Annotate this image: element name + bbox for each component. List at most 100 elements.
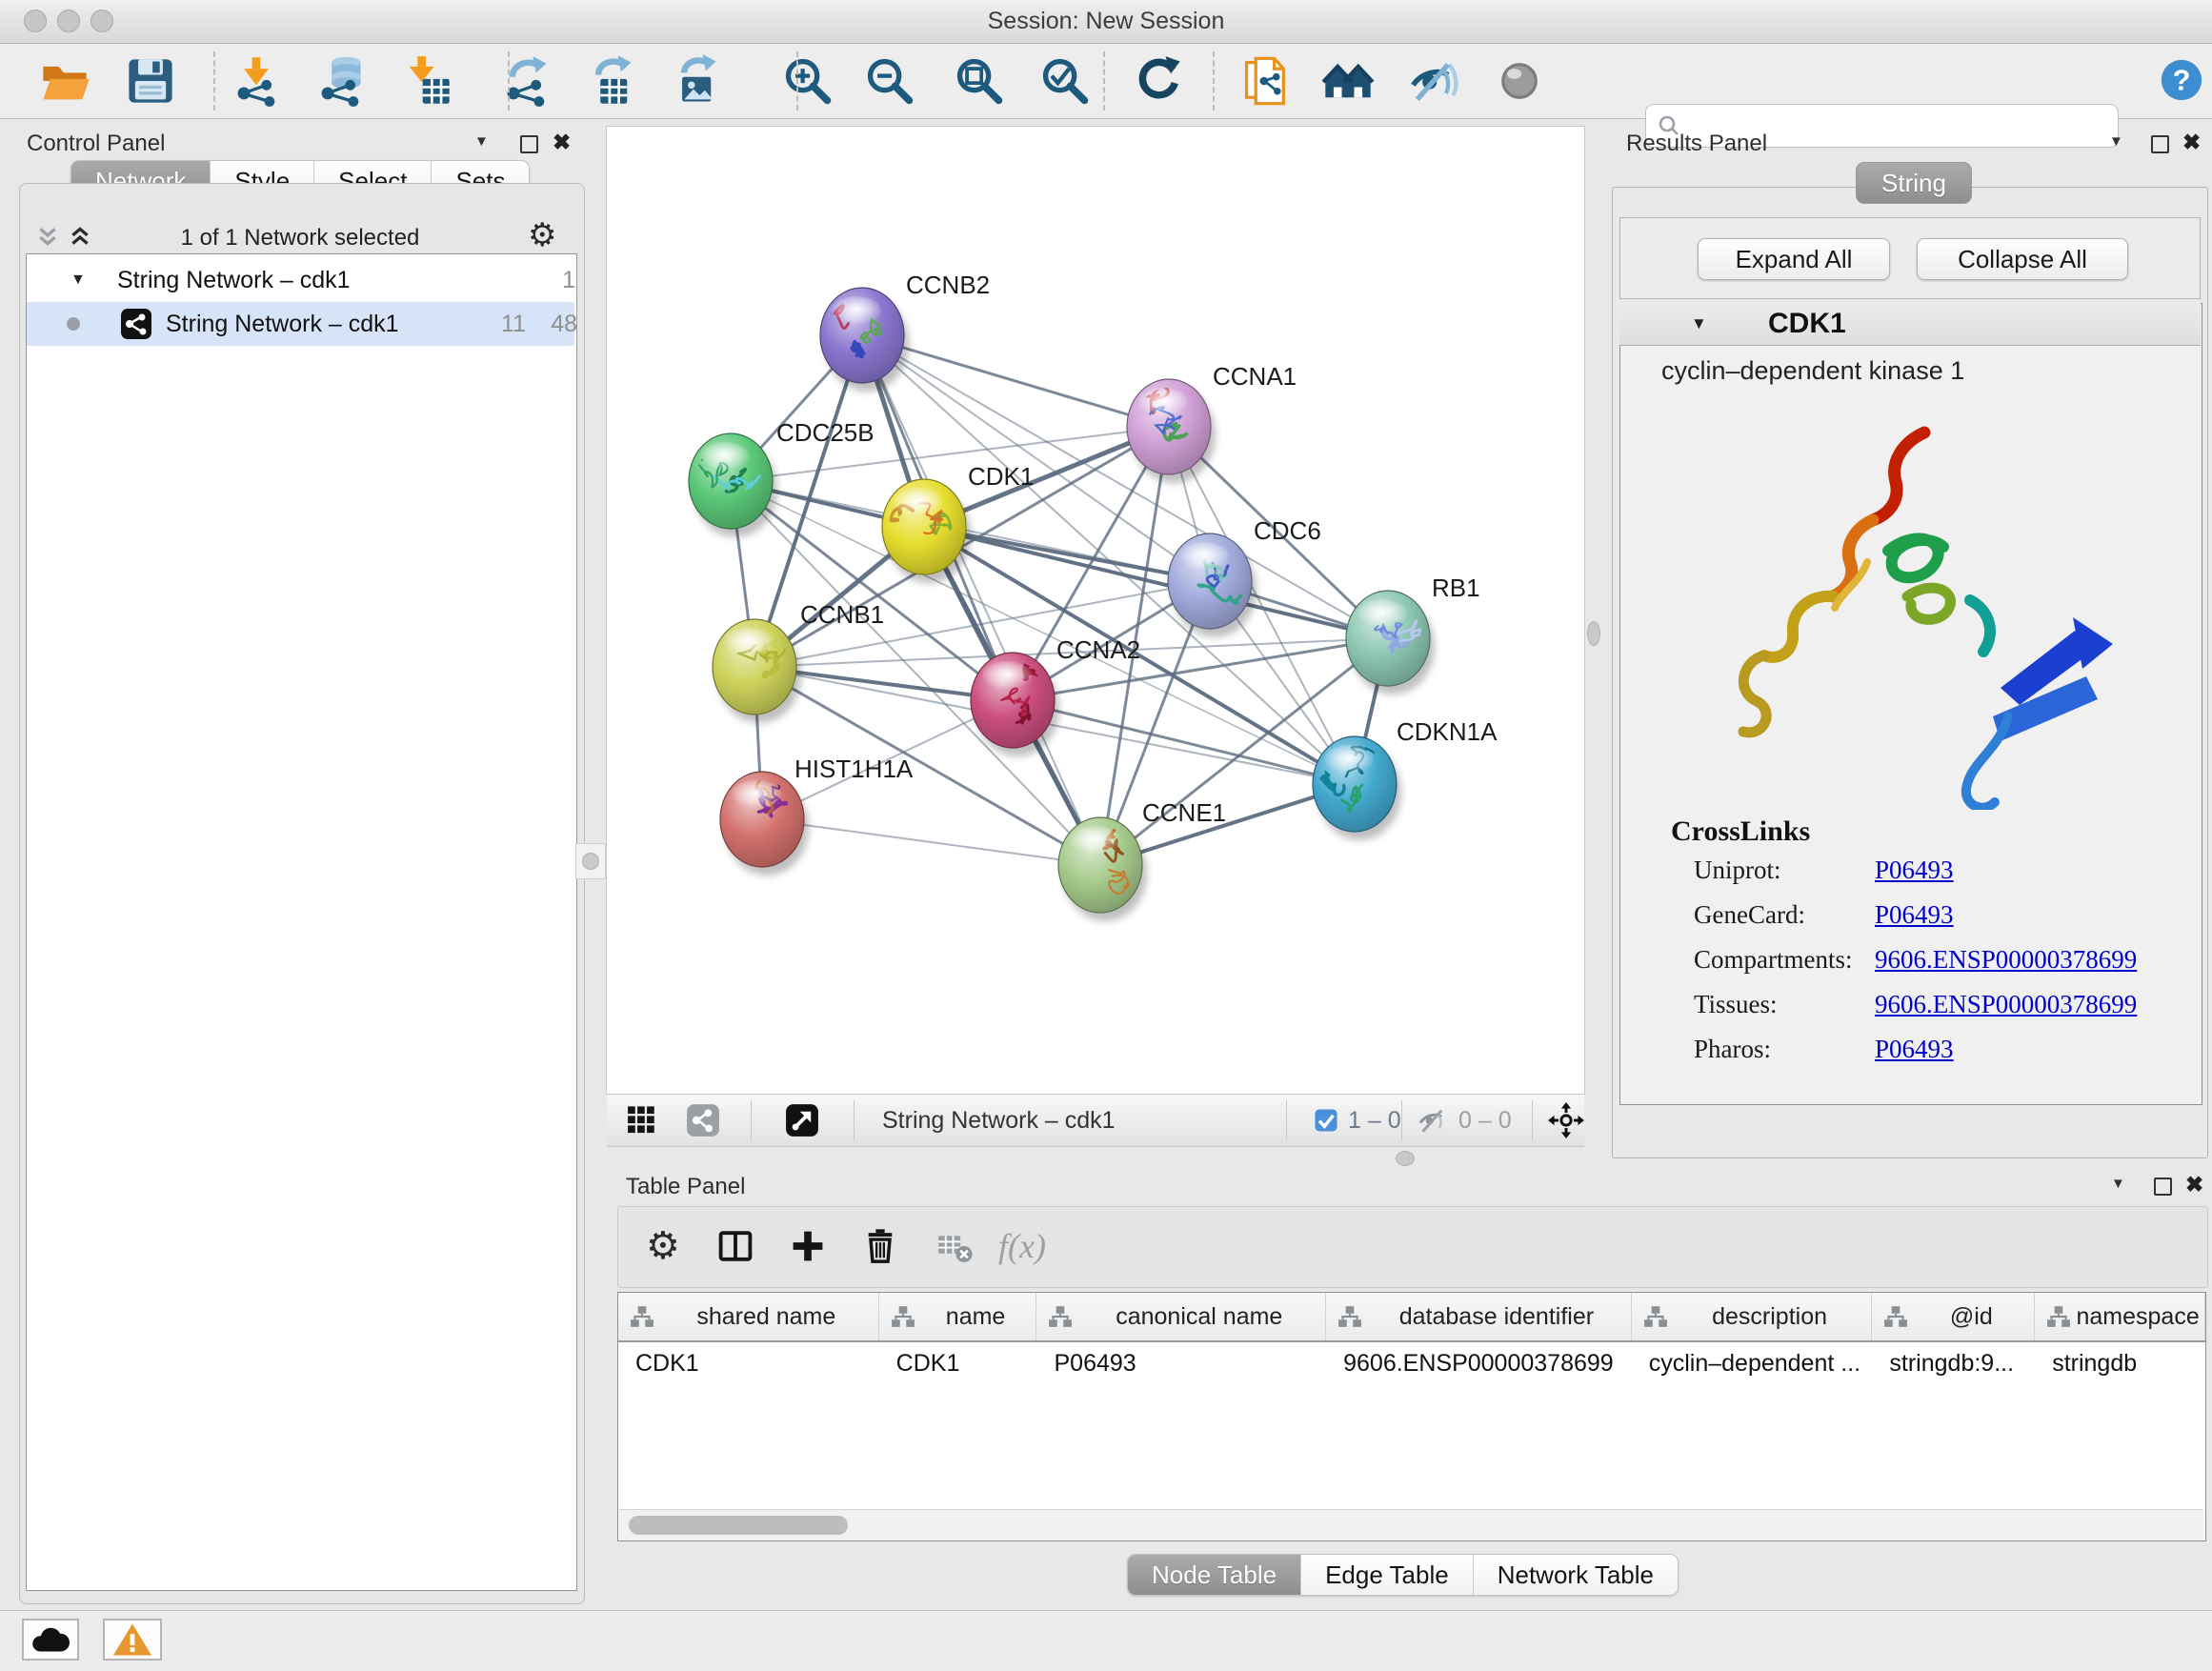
network-graph[interactable]: CCNB2CCNA1CDC25BCDK1CDC6RB1CCNB1CCNA2CDK… xyxy=(607,127,1584,1094)
zoom-selected-icon[interactable] xyxy=(1038,54,1092,108)
network-node-RB1[interactable] xyxy=(1346,591,1435,695)
expand-all-button[interactable]: Expand All xyxy=(1698,238,1890,280)
table-panel-close-icon[interactable]: ✖ xyxy=(2185,1174,2203,1196)
network-node-CCNB2[interactable] xyxy=(818,288,909,392)
toolbar-separator xyxy=(213,51,215,111)
table-cell[interactable]: 9606.ENSP00000378699 xyxy=(1326,1342,1632,1384)
collection-expand-icon[interactable]: ▼ xyxy=(70,258,86,302)
network-node-CDK1[interactable] xyxy=(872,479,971,583)
eye-hidden-icon[interactable] xyxy=(1407,54,1460,108)
results-panel-float-icon[interactable] xyxy=(2151,135,2169,153)
houses-icon[interactable] xyxy=(1321,54,1375,108)
column-header-name[interactable]: name xyxy=(879,1293,1037,1340)
table-row[interactable]: CDK1CDK1P064939606.ENSP00000378699cyclin… xyxy=(618,1342,2205,1384)
table-horizontal-scrollbar[interactable] xyxy=(619,1509,2203,1540)
left-splitter-handle[interactable] xyxy=(575,843,606,879)
zoom-fit-icon[interactable] xyxy=(953,54,1006,108)
hidden-eye-icon[interactable] xyxy=(1417,1104,1449,1137)
current-network-name: String Network – cdk1 xyxy=(882,1095,1116,1146)
function-builder-icon[interactable]: f(x) xyxy=(998,1227,1046,1265)
table-cell[interactable]: stringdb:9... xyxy=(1872,1342,2035,1384)
network-node-CCNE1[interactable] xyxy=(1058,806,1147,921)
network-collection-row[interactable]: ▼ String Network – cdk1 1 xyxy=(27,258,574,302)
network-node-CCNB1[interactable] xyxy=(713,619,801,723)
table-cell[interactable]: P06493 xyxy=(1036,1342,1326,1384)
share-view-icon[interactable] xyxy=(684,1101,722,1139)
table-cell[interactable]: CDK1 xyxy=(879,1342,1037,1384)
show-columns-icon[interactable] xyxy=(716,1227,754,1265)
control-panel-close-icon[interactable]: ✖ xyxy=(553,131,571,153)
table-cell[interactable]: cyclin–dependent ... xyxy=(1632,1342,1873,1384)
export-image-icon[interactable] xyxy=(668,54,721,108)
table-cell[interactable]: CDK1 xyxy=(618,1342,879,1384)
document-share-icon[interactable] xyxy=(1239,54,1293,108)
move-crosshair-icon[interactable] xyxy=(1548,1102,1584,1138)
results-panel-collapse-icon[interactable]: ▼ xyxy=(2109,133,2123,150)
control-panel-float-icon[interactable] xyxy=(520,135,538,153)
crosslink-link[interactable]: P06493 xyxy=(1875,1035,1954,1064)
table-gear-icon[interactable]: ⚙ xyxy=(646,1227,680,1265)
crosslink-link[interactable]: P06493 xyxy=(1875,856,1954,885)
protein-card-header[interactable]: ▼ CDK1 xyxy=(1619,303,2201,346)
protein-collapse-icon[interactable]: ▼ xyxy=(1691,303,1707,345)
window-title: Session: New Session xyxy=(0,0,2212,43)
refresh-icon[interactable] xyxy=(1132,54,1185,108)
expand-all-networks-icon[interactable] xyxy=(69,225,91,248)
eye-gray-icon[interactable] xyxy=(1493,54,1546,108)
collapse-all-button[interactable]: Collapse All xyxy=(1917,238,2128,280)
network-edge[interactable] xyxy=(762,819,1100,865)
network-node-CDKN1A[interactable] xyxy=(1313,736,1401,840)
network-edge[interactable] xyxy=(862,335,1100,865)
scrollbar-thumb[interactable] xyxy=(629,1516,848,1535)
export-table-icon[interactable] xyxy=(584,54,637,108)
column-header-@id[interactable]: @id xyxy=(1872,1293,2035,1340)
table-header-row: shared namenamecanonical name database id… xyxy=(618,1293,2205,1342)
network-node-CDC6[interactable] xyxy=(1168,534,1257,637)
collapse-all-networks-icon[interactable] xyxy=(36,225,59,248)
table-panel-float-icon[interactable] xyxy=(2154,1178,2172,1196)
delete-column-icon[interactable] xyxy=(861,1227,899,1265)
network-node-CCNA1[interactable] xyxy=(1127,379,1216,483)
cloud-status-button[interactable] xyxy=(22,1619,79,1661)
crosslink-link[interactable]: 9606.ENSP00000378699 xyxy=(1875,945,2137,975)
node-table[interactable]: shared namenamecanonical name database id… xyxy=(617,1292,2206,1541)
collection-count: 1 xyxy=(549,258,575,302)
tab-network-table[interactable]: Network Table xyxy=(1473,1555,1678,1595)
zoom-in-icon[interactable] xyxy=(781,54,835,108)
column-header-shared-name[interactable]: shared name xyxy=(618,1293,879,1340)
tab-node-table[interactable]: Node Table xyxy=(1128,1555,1300,1595)
column-header-description[interactable]: description xyxy=(1632,1293,1873,1340)
network-options-gear-icon[interactable]: ⚙ xyxy=(528,219,556,252)
right-splitter-handle[interactable] xyxy=(1587,621,1600,646)
tab-edge-table[interactable]: Edge Table xyxy=(1300,1555,1473,1595)
network-canvas[interactable]: CCNB2CCNA1CDC25BCDK1CDC6RB1CCNB1CCNA2CDK… xyxy=(607,127,1584,1094)
delete-table-icon[interactable] xyxy=(935,1227,974,1265)
grid-view-icon[interactable] xyxy=(625,1101,663,1139)
zoom-out-icon[interactable] xyxy=(863,54,916,108)
network-row-selected[interactable]: String Network – cdk1 11 48 xyxy=(27,302,574,346)
column-header-namespace[interactable]: namespace xyxy=(2035,1293,2205,1340)
add-column-icon[interactable] xyxy=(789,1227,827,1265)
birdseye-view-icon[interactable] xyxy=(783,1101,821,1139)
crosslink-link[interactable]: P06493 xyxy=(1875,900,1954,930)
table-panel-collapse-icon[interactable]: ▼ xyxy=(2111,1176,2125,1192)
selected-checkbox-icon[interactable] xyxy=(1312,1106,1340,1135)
tab-string[interactable]: String xyxy=(1856,162,1972,204)
column-header-database-identifier[interactable]: database identifier xyxy=(1326,1293,1632,1340)
bottom-splitter-handle[interactable] xyxy=(1396,1151,1415,1166)
import-database-icon[interactable] xyxy=(314,54,368,108)
open-folder-icon[interactable] xyxy=(38,54,91,108)
network-node-CCNA2[interactable] xyxy=(971,653,1059,756)
help-icon[interactable]: ? xyxy=(2158,56,2205,104)
column-header-canonical-name[interactable]: canonical name xyxy=(1036,1293,1326,1340)
import-table-icon[interactable] xyxy=(400,54,453,108)
crosslink-link[interactable]: 9606.ENSP00000378699 xyxy=(1875,990,2137,1019)
network-node-CDC25B[interactable] xyxy=(689,433,777,537)
import-network-icon[interactable] xyxy=(231,54,284,108)
results-panel-close-icon[interactable]: ✖ xyxy=(2182,131,2201,153)
warning-status-button[interactable] xyxy=(103,1619,162,1661)
column-header-label: database identifier xyxy=(1362,1303,1631,1331)
control-panel-collapse-icon[interactable]: ▼ xyxy=(474,133,489,150)
save-icon[interactable] xyxy=(124,54,177,108)
table-cell[interactable]: stringdb xyxy=(2035,1342,2205,1384)
